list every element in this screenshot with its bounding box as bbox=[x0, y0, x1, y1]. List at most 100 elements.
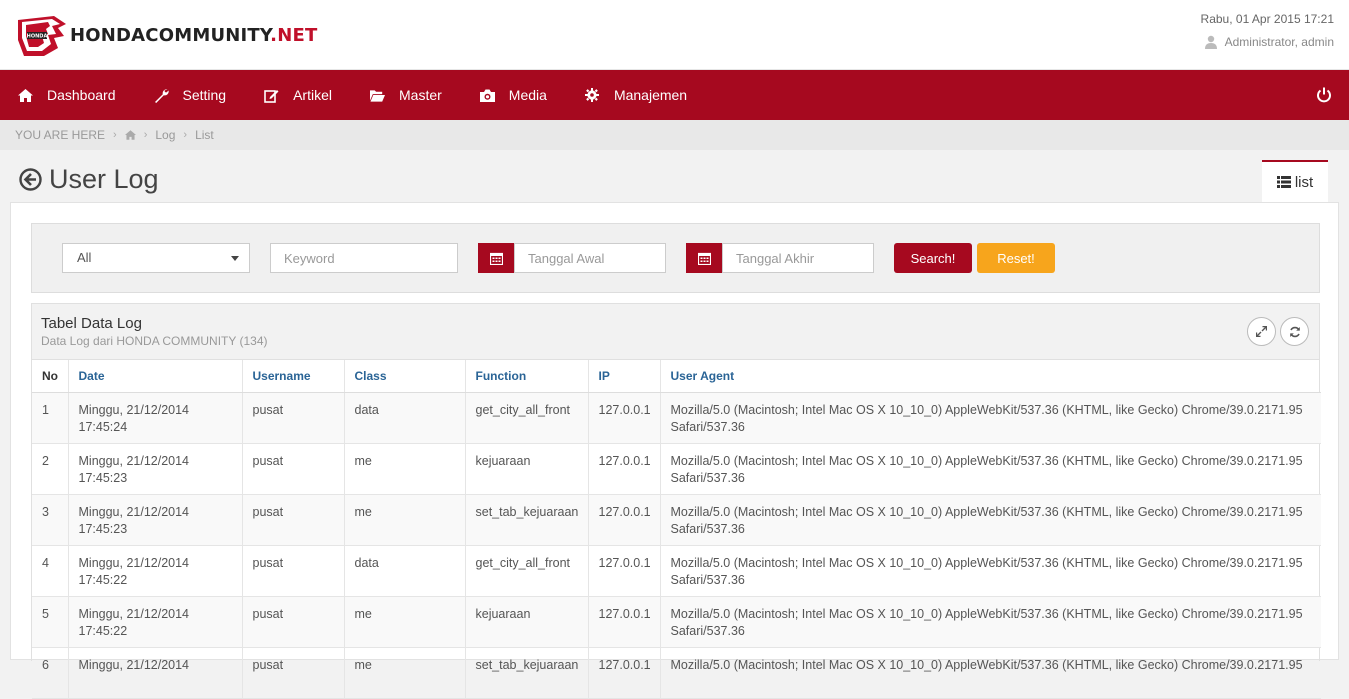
end-date-calendar-button[interactable] bbox=[686, 243, 723, 273]
cell-date-day: Minggu, 21/12/2014 bbox=[78, 555, 190, 570]
panel-header: Tabel Data Log Data Log dari HONDA COMMU… bbox=[32, 304, 1319, 360]
cell-date: Minggu, 21/12/2014 17:45:22 bbox=[68, 545, 243, 597]
start-date-input[interactable] bbox=[514, 243, 666, 273]
svg-text:HONDA: HONDA bbox=[27, 34, 48, 40]
filter-bar: All Search! Reset! bbox=[31, 223, 1320, 293]
cell-user-agent: Mozilla/5.0 (Macintosh; Intel Mac OS X 1… bbox=[660, 545, 1321, 597]
home-icon bbox=[18, 88, 33, 103]
refresh-icon bbox=[1289, 326, 1300, 337]
nav-artikel[interactable]: Artikel bbox=[245, 70, 351, 120]
nav-label: Setting bbox=[182, 87, 227, 103]
keyword-input[interactable] bbox=[270, 243, 458, 273]
breadcrumb-list: List bbox=[195, 128, 214, 142]
breadcrumb-prefix: YOU ARE HERE bbox=[15, 128, 106, 142]
home-icon[interactable] bbox=[124, 130, 136, 140]
cell-function: kejuaraan bbox=[465, 596, 589, 648]
nav-label: Artikel bbox=[293, 87, 332, 103]
cell-function: kejuaraan bbox=[465, 443, 589, 495]
cell-date: Minggu, 21/12/2014 bbox=[68, 647, 243, 699]
table-row: 6 Minggu, 21/12/2014 pusat me set_tab_ke… bbox=[32, 647, 1321, 699]
cell-ua-line: Mozilla/5.0 (Macintosh; Intel Mac OS X 1… bbox=[670, 606, 1303, 621]
column-header-user-agent[interactable]: User Agent bbox=[660, 360, 1321, 393]
cell-class: me bbox=[344, 494, 466, 546]
cell-ua-line: Mozilla/5.0 (Macintosh; Intel Mac OS X 1… bbox=[670, 555, 1303, 570]
start-date-calendar-button[interactable] bbox=[478, 243, 515, 273]
user-name: Administrator, admin bbox=[1224, 35, 1334, 49]
end-date-input[interactable] bbox=[722, 243, 874, 273]
folder-open-icon bbox=[370, 88, 385, 103]
cell-ua-line: Mozilla/5.0 (Macintosh; Intel Mac OS X 1… bbox=[670, 402, 1303, 417]
cell-ua-line: Safari/537.36 bbox=[670, 623, 745, 638]
cell-username: pusat bbox=[242, 494, 345, 546]
column-header-username[interactable]: Username bbox=[242, 360, 345, 393]
cell-date: Minggu, 21/12/2014 17:45:24 bbox=[68, 392, 243, 444]
category-select[interactable]: All bbox=[62, 243, 250, 273]
nav-setting[interactable]: Setting bbox=[135, 70, 246, 120]
cell-user-agent: Mozilla/5.0 (Macintosh; Intel Mac OS X 1… bbox=[660, 494, 1321, 546]
cell-username: pusat bbox=[242, 392, 345, 444]
log-table: No Date Username Class Function IP User … bbox=[32, 360, 1321, 699]
cell-date-day: Minggu, 21/12/2014 bbox=[78, 606, 190, 621]
table-row: 2 Minggu, 21/12/2014 17:45:23 pusat me ke… bbox=[32, 443, 1321, 495]
cell-date: Minggu, 21/12/2014 17:45:23 bbox=[68, 494, 243, 546]
cell-date: Minggu, 21/12/2014 17:45:22 bbox=[68, 596, 243, 648]
cell-no: 1 bbox=[32, 392, 69, 444]
expand-icon bbox=[1256, 326, 1267, 337]
nav-dashboard[interactable]: Dashboard bbox=[0, 70, 135, 120]
cell-ip: 127.0.0.1 bbox=[588, 545, 661, 597]
nav-media[interactable]: Media bbox=[461, 70, 566, 120]
column-header-ip[interactable]: IP bbox=[588, 360, 661, 393]
page-header: User Log list bbox=[0, 150, 1349, 202]
site-logo[interactable]: HONDA HONDACOMMUNITY.NET bbox=[14, 10, 317, 60]
log-table-panel: Tabel Data Log Data Log dari HONDA COMMU… bbox=[31, 303, 1321, 699]
cell-username: pusat bbox=[242, 443, 345, 495]
cell-date-day: Minggu, 21/12/2014 bbox=[78, 453, 190, 468]
search-button[interactable]: Search! bbox=[894, 243, 972, 273]
content-area: All Search! Reset! Tabel Data Log Data L… bbox=[10, 202, 1339, 699]
cell-date: Minggu, 21/12/2014 17:45:23 bbox=[68, 443, 243, 495]
list-icon bbox=[1276, 176, 1291, 188]
table-row: 5 Minggu, 21/12/2014 17:45:22 pusat me ke… bbox=[32, 596, 1321, 648]
chevron-right-icon: › bbox=[143, 129, 148, 141]
cell-ua-line: Safari/537.36 bbox=[670, 521, 745, 536]
nav-master[interactable]: Master bbox=[351, 70, 461, 120]
reset-button[interactable]: Reset! bbox=[977, 243, 1055, 273]
table-row: 1 Minggu, 21/12/2014 17:45:24 pusat data … bbox=[32, 392, 1321, 444]
nav-label: Media bbox=[508, 87, 547, 103]
cell-ua-line: Safari/537.36 bbox=[670, 470, 745, 485]
column-header-date[interactable]: Date bbox=[68, 360, 243, 393]
caret-down-icon bbox=[231, 256, 239, 261]
nav-label: Master bbox=[399, 87, 442, 103]
page-title-text: User Log bbox=[49, 164, 159, 194]
cell-user-agent: Mozilla/5.0 (Macintosh; Intel Mac OS X 1… bbox=[660, 392, 1321, 444]
nav-manajemen[interactable]: Manajemen bbox=[566, 70, 706, 120]
cell-ip: 127.0.0.1 bbox=[588, 647, 661, 699]
refresh-button[interactable] bbox=[1280, 317, 1309, 346]
panel-title: Tabel Data Log bbox=[41, 315, 142, 332]
cell-no: 3 bbox=[32, 494, 69, 546]
user-menu[interactable]: Administrator, admin bbox=[1201, 35, 1334, 49]
cell-user-agent: Mozilla/5.0 (Macintosh; Intel Mac OS X 1… bbox=[660, 647, 1321, 699]
table-header-row: No Date Username Class Function IP User … bbox=[32, 360, 1321, 393]
select-value: All bbox=[77, 250, 92, 265]
cell-no: 4 bbox=[32, 545, 69, 597]
cell-class: me bbox=[344, 596, 466, 648]
top-header: HONDA HONDACOMMUNITY.NET Rabu, 01 Apr 20… bbox=[0, 0, 1349, 70]
tab-list[interactable]: list bbox=[1262, 160, 1328, 202]
breadcrumb-log[interactable]: Log bbox=[155, 128, 175, 142]
power-logout-icon[interactable] bbox=[1316, 87, 1332, 103]
column-header-class[interactable]: Class bbox=[344, 360, 466, 393]
cell-ua-line: Safari/537.36 bbox=[670, 572, 745, 587]
cell-ip: 127.0.0.1 bbox=[588, 443, 661, 495]
cell-user-agent: Mozilla/5.0 (Macintosh; Intel Mac OS X 1… bbox=[660, 596, 1321, 648]
cell-username: pusat bbox=[242, 647, 345, 699]
back-arrow-circle-icon[interactable] bbox=[19, 168, 42, 191]
cell-ip: 127.0.0.1 bbox=[588, 596, 661, 648]
cell-ua-line: Mozilla/5.0 (Macintosh; Intel Mac OS X 1… bbox=[670, 453, 1303, 468]
expand-button[interactable] bbox=[1247, 317, 1276, 346]
column-header-no[interactable]: No bbox=[32, 360, 69, 393]
nav-label: Dashboard bbox=[47, 87, 116, 103]
table-row: 3 Minggu, 21/12/2014 17:45:23 pusat me se… bbox=[32, 494, 1321, 546]
column-header-function[interactable]: Function bbox=[465, 360, 589, 393]
honda-wing-logo-icon: HONDA bbox=[18, 16, 66, 56]
